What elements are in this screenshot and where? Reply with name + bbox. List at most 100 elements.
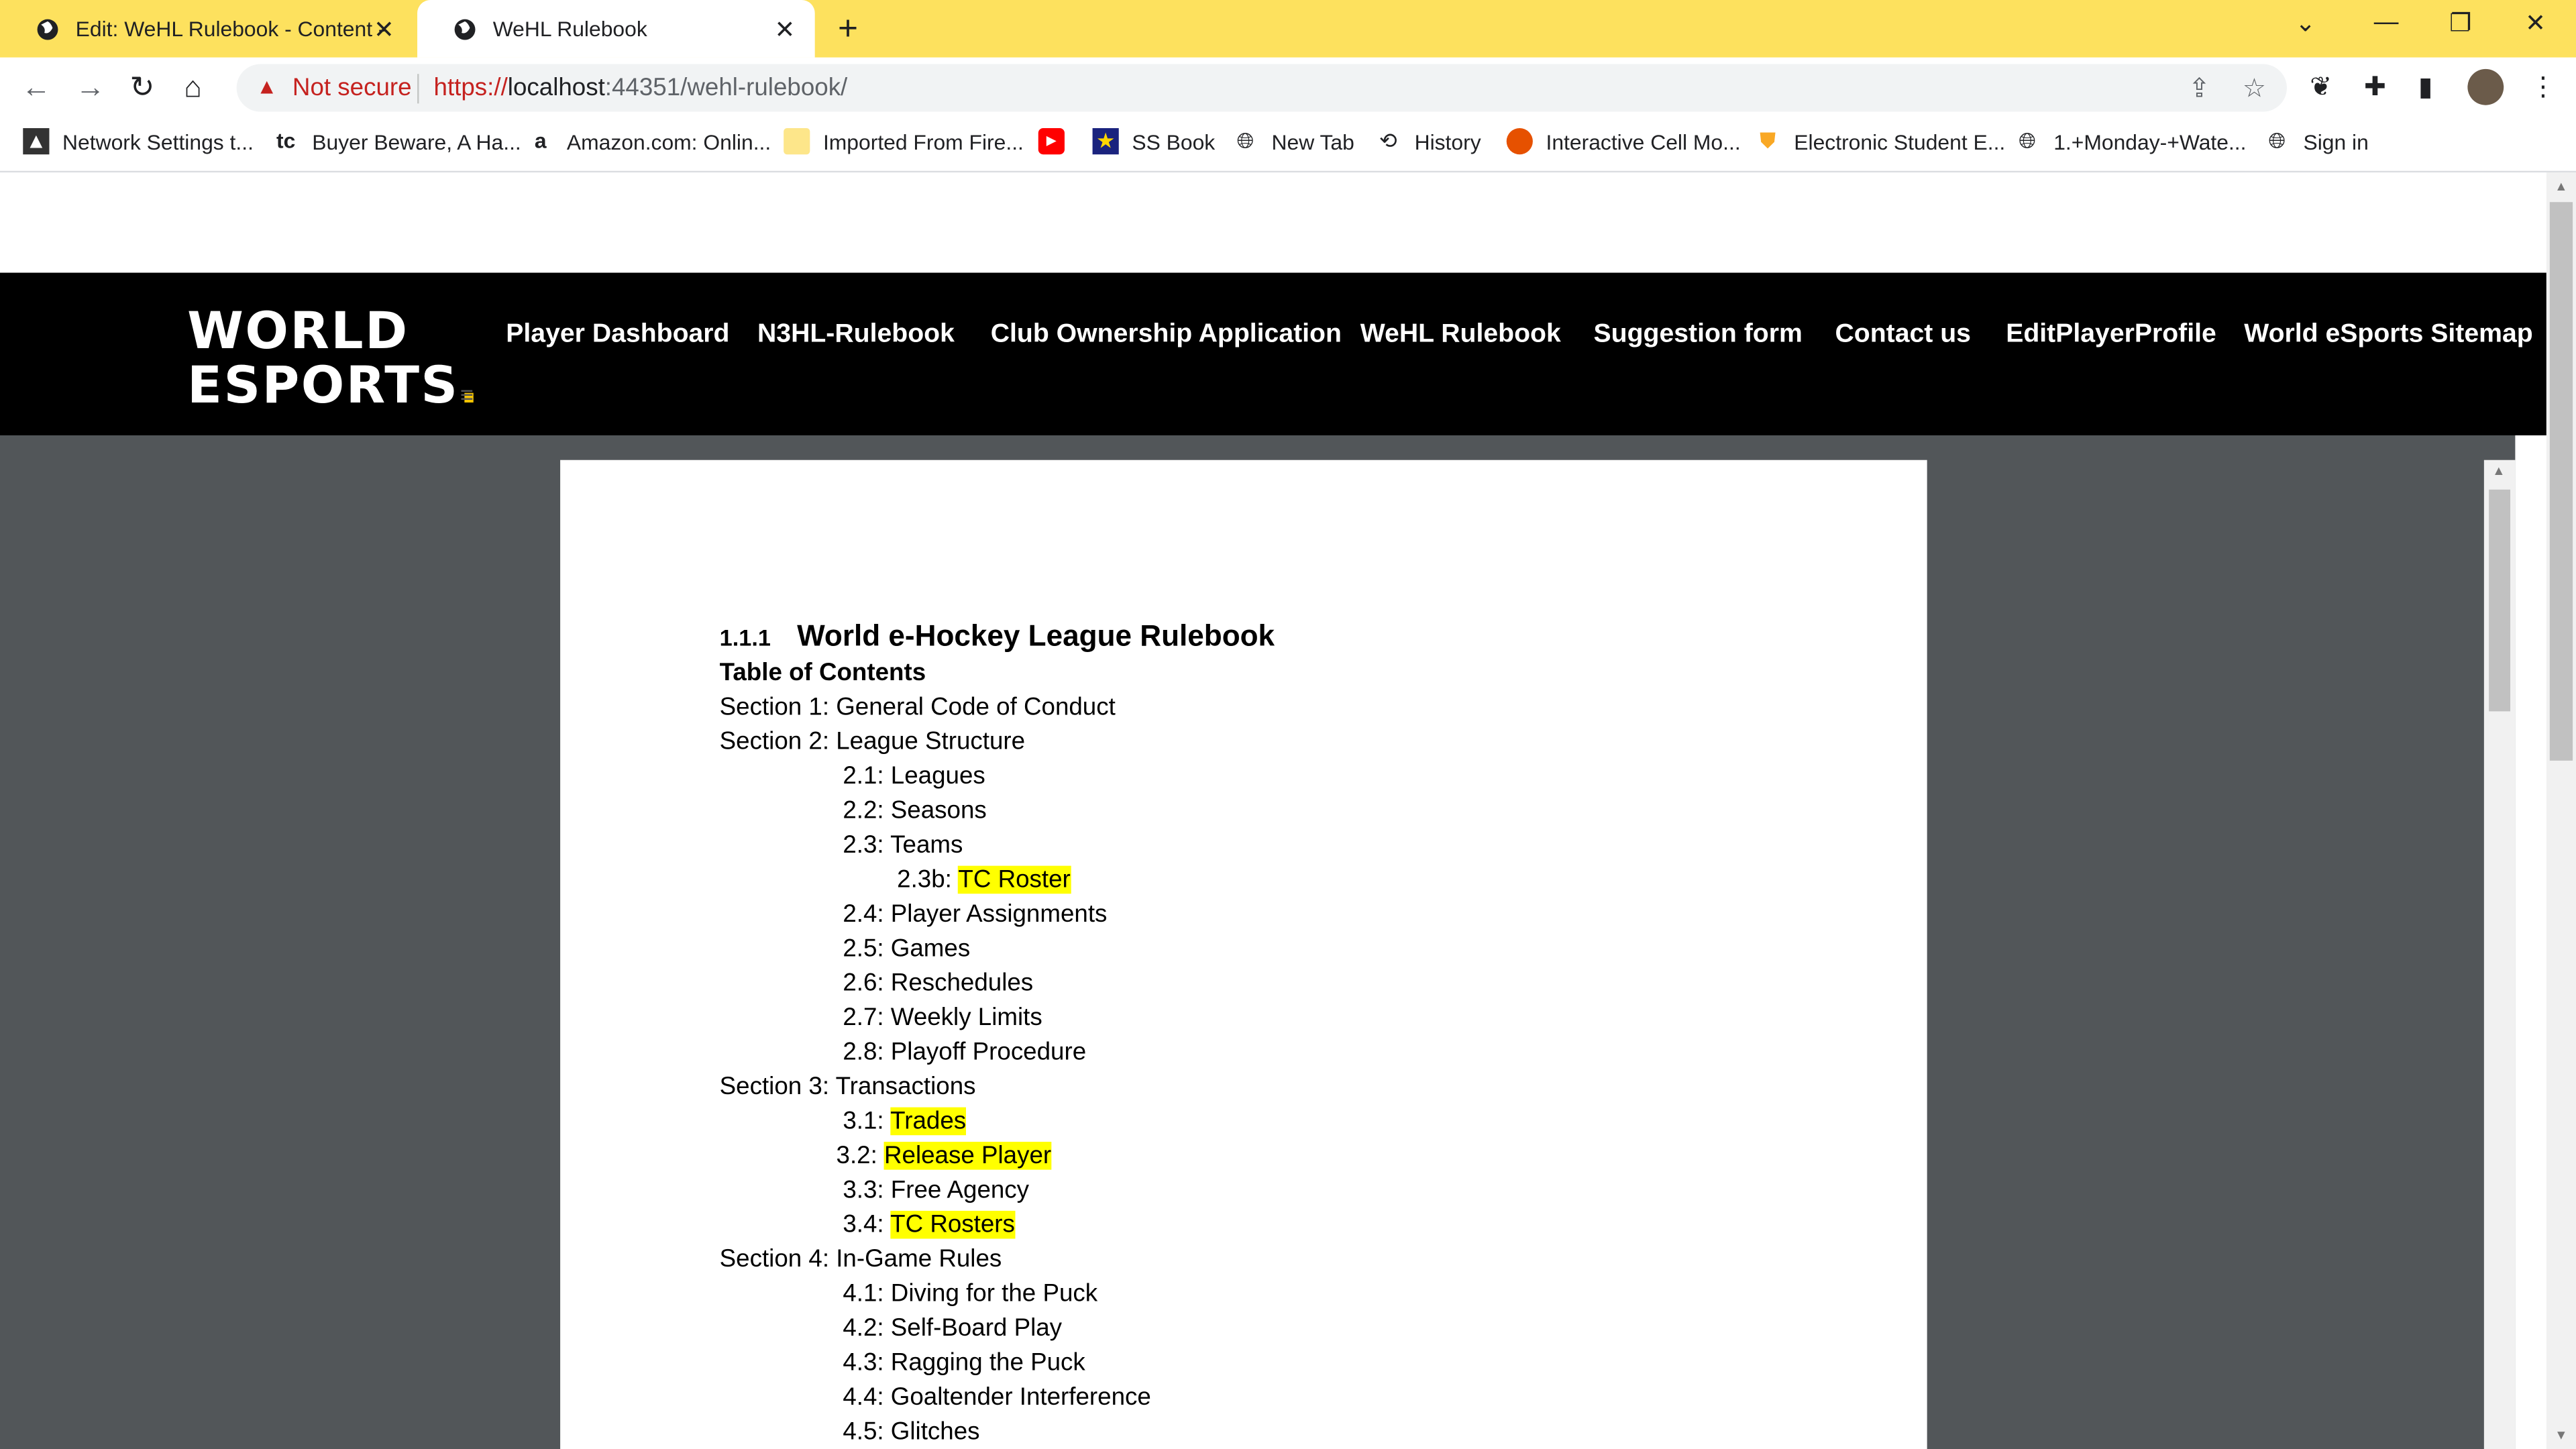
globe-icon: 🌐︎ bbox=[2019, 128, 2036, 153]
toc-item: 2.3: Teams bbox=[843, 831, 963, 859]
nav-contact-us[interactable]: Contact us bbox=[1835, 321, 1971, 350]
divider bbox=[417, 74, 419, 104]
extension-icon[interactable]: ❦ bbox=[2310, 70, 2332, 103]
globe-icon bbox=[37, 18, 58, 40]
toc-item: 2.7: Weekly Limits bbox=[843, 1004, 1042, 1032]
toc-item: 2.8: Playoff Procedure bbox=[843, 1038, 1087, 1067]
bookmark-item[interactable]: ★ SS Book bbox=[1092, 128, 1215, 155]
document-heading: 1.1.1 World e-Hockey League Rulebook bbox=[719, 619, 1275, 653]
reload-icon[interactable]: ↻ bbox=[129, 70, 154, 105]
forward-icon[interactable]: → bbox=[76, 70, 105, 105]
toc-item: 3.2: Release Player bbox=[836, 1142, 1052, 1170]
home-icon[interactable]: ⌂ bbox=[184, 70, 202, 105]
toc-item: 4.5: Glitches bbox=[843, 1417, 980, 1446]
url-text[interactable]: https://localhost:44351/wehl-rulebook/ bbox=[434, 74, 848, 102]
toc-item: Section 3: Transactions bbox=[719, 1073, 976, 1101]
toc-item: 3.4: TC Rosters bbox=[843, 1210, 1015, 1239]
document-page: 1.1.1 World e-Hockey League Rulebook Tabl… bbox=[560, 460, 1927, 1449]
viewer-scrollbar[interactable]: ▲ bbox=[2483, 460, 2516, 1449]
side-panel-icon[interactable]: ▮ bbox=[2418, 70, 2433, 103]
nav-n3hl-rulebook[interactable]: N3HL-Rulebook bbox=[757, 321, 955, 350]
toc-item: 4.2: Self-Board Play bbox=[843, 1314, 1063, 1342]
toc-item: 2.4: Player Assignments bbox=[843, 900, 1108, 928]
bookmark-item[interactable]: ⛊ Electronic Student E... bbox=[1755, 128, 2005, 154]
bookmarks-bar: ▲ Network Settings t... tc Buyer Beware, A… bbox=[0, 118, 2576, 173]
highlighted-link[interactable]: TC Roster bbox=[958, 865, 1071, 894]
back-icon[interactable]: ← bbox=[21, 70, 51, 105]
star-icon: ★ bbox=[1092, 128, 1119, 155]
scroll-down-icon[interactable]: ▼ bbox=[2555, 1428, 2567, 1442]
toc-item: 3.3: Free Agency bbox=[843, 1176, 1030, 1205]
youtube-icon: ▶ bbox=[1038, 128, 1065, 155]
bookmark-item[interactable]: ▲ Network Settings t... bbox=[23, 128, 254, 155]
warning-icon[interactable]: ▲ bbox=[256, 74, 278, 99]
nav-player-dashboard[interactable]: Player Dashboard bbox=[506, 321, 729, 350]
site-header: WORLD ESPORTS. ≡ Player Dashboard N3HL-R… bbox=[0, 272, 2546, 435]
tab-edit-rulebook[interactable]: Edit: WeHL Rulebook - Content - ✕ bbox=[0, 0, 414, 58]
bookmark-item[interactable]: a Amazon.com: Onlin... bbox=[527, 128, 771, 154]
nav-edit-player-profile[interactable]: EditPlayerProfile bbox=[2006, 321, 2216, 350]
bookmark-item[interactable]: 🌐︎ Sign in bbox=[2264, 128, 2369, 154]
close-tab-icon[interactable]: ✕ bbox=[374, 15, 394, 44]
bookmark-item[interactable]: 🌐︎ 1.+Monday-+Wate... bbox=[2014, 128, 2246, 154]
bookmark-star-icon[interactable]: ☆ bbox=[2243, 72, 2266, 105]
bookmark-item[interactable]: ⟲ History bbox=[1375, 128, 1481, 154]
web-page: WORLD ESPORTS. ≡ Player Dashboard N3HL-R… bbox=[0, 172, 2546, 1449]
address-bar[interactable]: ▲ Not secure https://localhost:44351/weh… bbox=[236, 64, 2287, 112]
tab-search-icon[interactable]: ⌄ bbox=[2295, 8, 2316, 38]
shield-icon: ⛊ bbox=[1760, 128, 1776, 153]
toc-title: Table of Contents bbox=[719, 659, 926, 687]
menu-toggle-icon[interactable]: ≡ bbox=[460, 381, 474, 407]
scroll-up-icon[interactable]: ▲ bbox=[2492, 464, 2505, 478]
document-viewer: 1.1.1 World e-Hockey League Rulebook Tabl… bbox=[0, 435, 2516, 1449]
nav-wehl-rulebook[interactable]: WeHL Rulebook bbox=[1360, 321, 1561, 350]
globe-icon: 🌐︎ bbox=[1236, 128, 1254, 153]
share-icon[interactable]: ⇪ bbox=[2188, 72, 2210, 105]
nav-suggestion-form[interactable]: Suggestion form bbox=[1594, 321, 1803, 350]
history-icon: ⟲ bbox=[1379, 128, 1397, 153]
globe-icon bbox=[454, 18, 476, 40]
globe-icon: 🌐︎ bbox=[2268, 128, 2286, 153]
toc-item: Section 2: League Structure bbox=[719, 727, 1026, 756]
folder-icon bbox=[784, 128, 810, 155]
highlighted-link[interactable]: TC Rosters bbox=[890, 1210, 1015, 1239]
toc-item: 3.1: Trades bbox=[843, 1107, 967, 1136]
bookmark-item[interactable]: 🌐︎ New Tab bbox=[1232, 128, 1354, 154]
nav-world-esports-sitemap[interactable]: World eSports Sitemap bbox=[2244, 321, 2532, 350]
scrollbar-thumb[interactable] bbox=[2489, 489, 2511, 712]
amazon-icon: a bbox=[534, 128, 547, 153]
toc-item: 2.5: Games bbox=[843, 934, 971, 963]
toc-item: Section 1: General Code of Conduct bbox=[719, 693, 1116, 722]
new-tab-button[interactable]: + bbox=[838, 10, 858, 50]
toc-item: Section 4: In-Game Rules bbox=[719, 1245, 1002, 1273]
bookmark-folder[interactable]: Imported From Fire... bbox=[784, 128, 1024, 155]
cell-icon bbox=[1506, 128, 1533, 155]
close-window-icon[interactable]: ✕ bbox=[2525, 8, 2546, 38]
restore-icon[interactable]: ❐ bbox=[2449, 8, 2471, 38]
close-tab-icon[interactable]: ✕ bbox=[775, 15, 796, 44]
bookmark-item[interactable]: Interactive Cell Mo... bbox=[1506, 128, 1741, 155]
scrollbar-thumb[interactable] bbox=[2549, 202, 2573, 761]
menu-kebab-icon[interactable]: ⋮ bbox=[2530, 70, 2556, 103]
tab-wehl-rulebook[interactable]: WeHL Rulebook ✕ bbox=[417, 0, 815, 58]
tab-title: Edit: WeHL Rulebook - Content - bbox=[75, 16, 386, 42]
highlighted-link[interactable]: Trades bbox=[890, 1107, 967, 1136]
bookmark-item[interactable]: ▶ bbox=[1038, 128, 1078, 155]
tc-icon: tc bbox=[276, 128, 296, 153]
network-icon: ▲ bbox=[23, 128, 50, 155]
scroll-up-icon[interactable]: ▲ bbox=[2555, 179, 2567, 194]
toc-item: 4.4: Goaltender Interference bbox=[843, 1383, 1151, 1411]
profile-avatar[interactable] bbox=[2467, 68, 2504, 105]
browser-toolbar: ← → ↻ ⌂ ▲ Not secure https://localhost:4… bbox=[0, 57, 2576, 119]
puzzle-icon[interactable]: ✚ bbox=[2364, 70, 2386, 103]
highlighted-link[interactable]: Release Player bbox=[884, 1142, 1052, 1170]
minimize-icon[interactable]: — bbox=[2374, 8, 2399, 36]
world-esports-logo[interactable]: WORLD ESPORTS. bbox=[187, 305, 480, 415]
bookmark-item[interactable]: tc Buyer Beware, A Ha... bbox=[273, 128, 521, 154]
tab-title: WeHL Rulebook bbox=[492, 16, 647, 42]
nav-club-ownership-application[interactable]: Club Ownership Application bbox=[991, 321, 1342, 350]
security-label[interactable]: Not secure bbox=[292, 74, 412, 102]
page-scrollbar[interactable]: ▲ ▼ bbox=[2546, 172, 2576, 1449]
toc-item: 2.2: Seasons bbox=[843, 796, 987, 825]
toc-item: 4.3: Ragging the Puck bbox=[843, 1348, 1085, 1377]
